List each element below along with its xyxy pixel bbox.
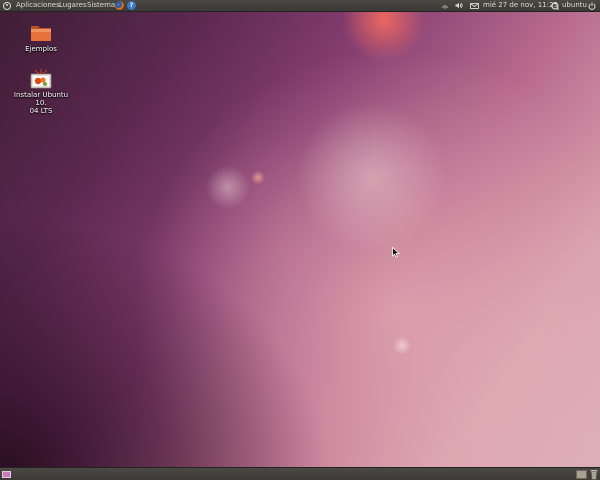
desktop-screen[interactable]: Aplicaciones Lugares Sistema ? mié 27 de… <box>0 0 600 480</box>
menu-sistema[interactable]: Sistema <box>87 0 115 11</box>
installer-icon <box>30 69 52 89</box>
menu-lugares[interactable]: Lugares <box>59 0 87 11</box>
top-panel: Aplicaciones Lugares Sistema ? mié 27 de… <box>0 0 600 12</box>
volume-icon[interactable] <box>455 2 463 9</box>
menu-aplicaciones[interactable]: Aplicaciones <box>16 0 60 11</box>
help-launcher-icon[interactable]: ? <box>127 1 136 10</box>
mouse-cursor-icon <box>392 247 400 258</box>
power-icon[interactable] <box>588 2 596 10</box>
desktop-icon-label: Ejemplos <box>25 45 57 53</box>
trash-icon[interactable] <box>590 469 598 480</box>
folder-icon <box>31 26 51 41</box>
user-name-label[interactable]: ubuntu <box>562 0 587 11</box>
ubuntu-logo-icon[interactable] <box>3 1 11 10</box>
user-status-icon[interactable] <box>551 2 559 10</box>
firefox-launcher-icon[interactable] <box>115 1 124 10</box>
desktop-icon-ejemplos[interactable]: Ejemplos <box>9 22 73 53</box>
workspace-switcher[interactable] <box>576 470 587 479</box>
desktop-icon-label: Instalar Ubuntu 10. 04 LTS <box>13 91 69 115</box>
clock-label[interactable]: mié 27 de nov, 11:25 <box>483 0 558 11</box>
network-icon[interactable] <box>441 2 449 9</box>
show-desktop-icon[interactable] <box>2 471 11 478</box>
desktop-icon-instalar-ubuntu[interactable]: Instalar Ubuntu 10. 04 LTS <box>9 68 73 115</box>
mail-icon[interactable] <box>470 2 479 9</box>
bottom-panel <box>0 467 600 480</box>
